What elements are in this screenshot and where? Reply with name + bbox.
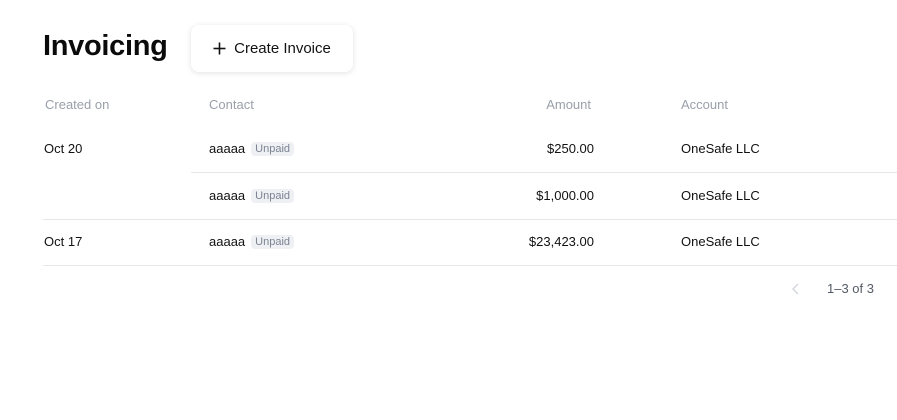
plus-icon [213, 42, 226, 55]
account-cell: OneSafe LLC [681, 234, 760, 249]
row-divider [43, 219, 897, 220]
contact-name: aaaaa [209, 188, 246, 203]
row-divider [191, 172, 897, 173]
row-divider [43, 265, 897, 266]
status-badge: Unpaid [251, 189, 295, 203]
created-on-cell: Oct 17 [44, 234, 83, 249]
contact-cell: aaaaa Unpaid [209, 234, 295, 249]
amount-cell: $1,000.00 [536, 188, 594, 203]
page-title: Invoicing [43, 30, 168, 62]
create-invoice-label: Create Invoice [234, 40, 331, 57]
chevron-left-icon[interactable] [790, 281, 802, 297]
column-header-created-on[interactable]: Created on [45, 97, 109, 112]
invoicing-page: Invoicing Create Invoice Created on Cont… [0, 0, 897, 420]
contact-name: aaaaa [209, 234, 246, 249]
contact-cell: aaaaa Unpaid [209, 188, 295, 203]
pagination-range: 1–3 of 3 [827, 281, 874, 296]
amount-cell: $250.00 [547, 141, 594, 156]
status-badge: Unpaid [251, 235, 295, 249]
create-invoice-button[interactable]: Create Invoice [191, 25, 353, 72]
created-on-cell: Oct 20 [44, 141, 83, 156]
column-header-amount[interactable]: Amount [441, 97, 591, 112]
account-cell: OneSafe LLC [681, 188, 760, 203]
column-header-account[interactable]: Account [681, 97, 728, 112]
contact-cell: aaaaa Unpaid [209, 141, 295, 156]
amount-cell: $23,423.00 [528, 234, 594, 249]
contact-name: aaaaa [209, 141, 246, 156]
status-badge: Unpaid [251, 142, 295, 156]
column-header-contact[interactable]: Contact [209, 97, 254, 112]
account-cell: OneSafe LLC [681, 141, 760, 156]
